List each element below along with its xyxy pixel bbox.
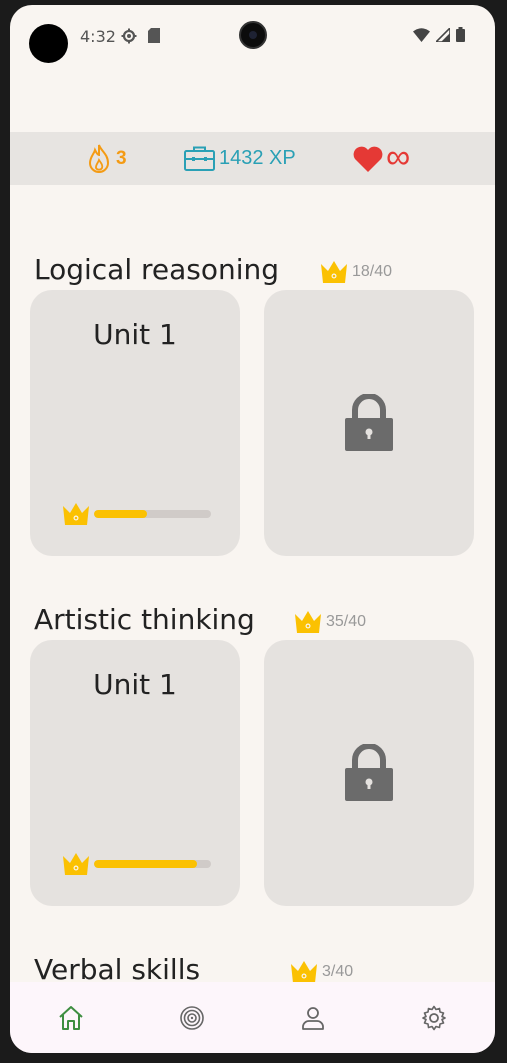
lock-icon (345, 394, 393, 451)
unit-progress (62, 502, 211, 526)
crown-count: 3/40 (322, 963, 354, 980)
nav-home[interactable] (41, 990, 101, 1046)
settings-icon (121, 28, 137, 44)
app-screen: 4:32 3 1432 XP ∞ Logical reasoning 18/40… (10, 5, 495, 1053)
crown-icon (291, 961, 317, 982)
nav-settings[interactable] (404, 990, 464, 1046)
unit-card[interactable]: Unit 1 (30, 290, 240, 556)
crown-count: 18/40 (352, 263, 393, 280)
sections-list[interactable]: Logical reasoning 18/40 Unit 1 Artistic … (10, 185, 495, 982)
stats-bar: 3 1432 XP ∞ (10, 132, 495, 185)
locked-unit-card[interactable] (264, 640, 474, 906)
section-crowns: 18/40 (320, 260, 392, 284)
section-title: Logical reasoning (34, 253, 280, 286)
progress-track (94, 860, 211, 868)
status-icons (413, 27, 465, 42)
locked-unit-card[interactable] (264, 290, 474, 556)
unit-card[interactable]: Unit 1 (30, 640, 240, 906)
progress-fill (94, 860, 197, 868)
unit-title: Unit 1 (93, 668, 177, 701)
section-title: Artistic thinking (34, 603, 255, 636)
crown-icon (321, 261, 347, 283)
hearts-counter[interactable]: ∞ (352, 132, 410, 185)
unit-title: Unit 1 (93, 318, 177, 351)
nav-profile[interactable] (283, 990, 343, 1046)
section-crowns: 35/40 (294, 610, 366, 634)
sd-card-icon (148, 28, 160, 43)
section-crowns: 3/40 (290, 960, 353, 982)
target-icon (180, 1005, 204, 1030)
camera-cutout (29, 24, 68, 63)
crown-icon (63, 503, 89, 525)
progress-track (94, 510, 211, 518)
crown-icon (63, 853, 89, 875)
crown-count: 35/40 (326, 613, 367, 630)
profile-icon (302, 1006, 325, 1030)
settings-icon (422, 1005, 447, 1030)
front-camera (239, 21, 267, 49)
flame-icon (88, 144, 110, 173)
briefcase-icon (184, 146, 215, 171)
lock-container (264, 290, 474, 556)
home-icon (58, 1005, 83, 1030)
lock-container (264, 640, 474, 906)
battery-icon (456, 27, 465, 42)
xp-value: 1432 XP (219, 147, 296, 169)
signal-icon (436, 27, 450, 42)
lock-icon (345, 744, 393, 801)
unit-progress (62, 852, 211, 876)
nav-goals[interactable] (162, 990, 222, 1046)
crown-icon (295, 611, 321, 633)
heart-icon (353, 146, 383, 172)
bottom-navigation (10, 982, 495, 1053)
streak-counter[interactable]: 3 (86, 132, 127, 185)
hearts-value: ∞ (386, 137, 411, 176)
status-time: 4:32 (80, 27, 116, 46)
progress-fill (94, 510, 147, 518)
wifi-icon (413, 27, 430, 42)
xp-counter[interactable]: 1432 XP (184, 132, 296, 185)
status-bar: 4:32 (10, 5, 495, 63)
streak-count: 3 (116, 147, 127, 169)
section-title: Verbal skills (34, 953, 201, 982)
